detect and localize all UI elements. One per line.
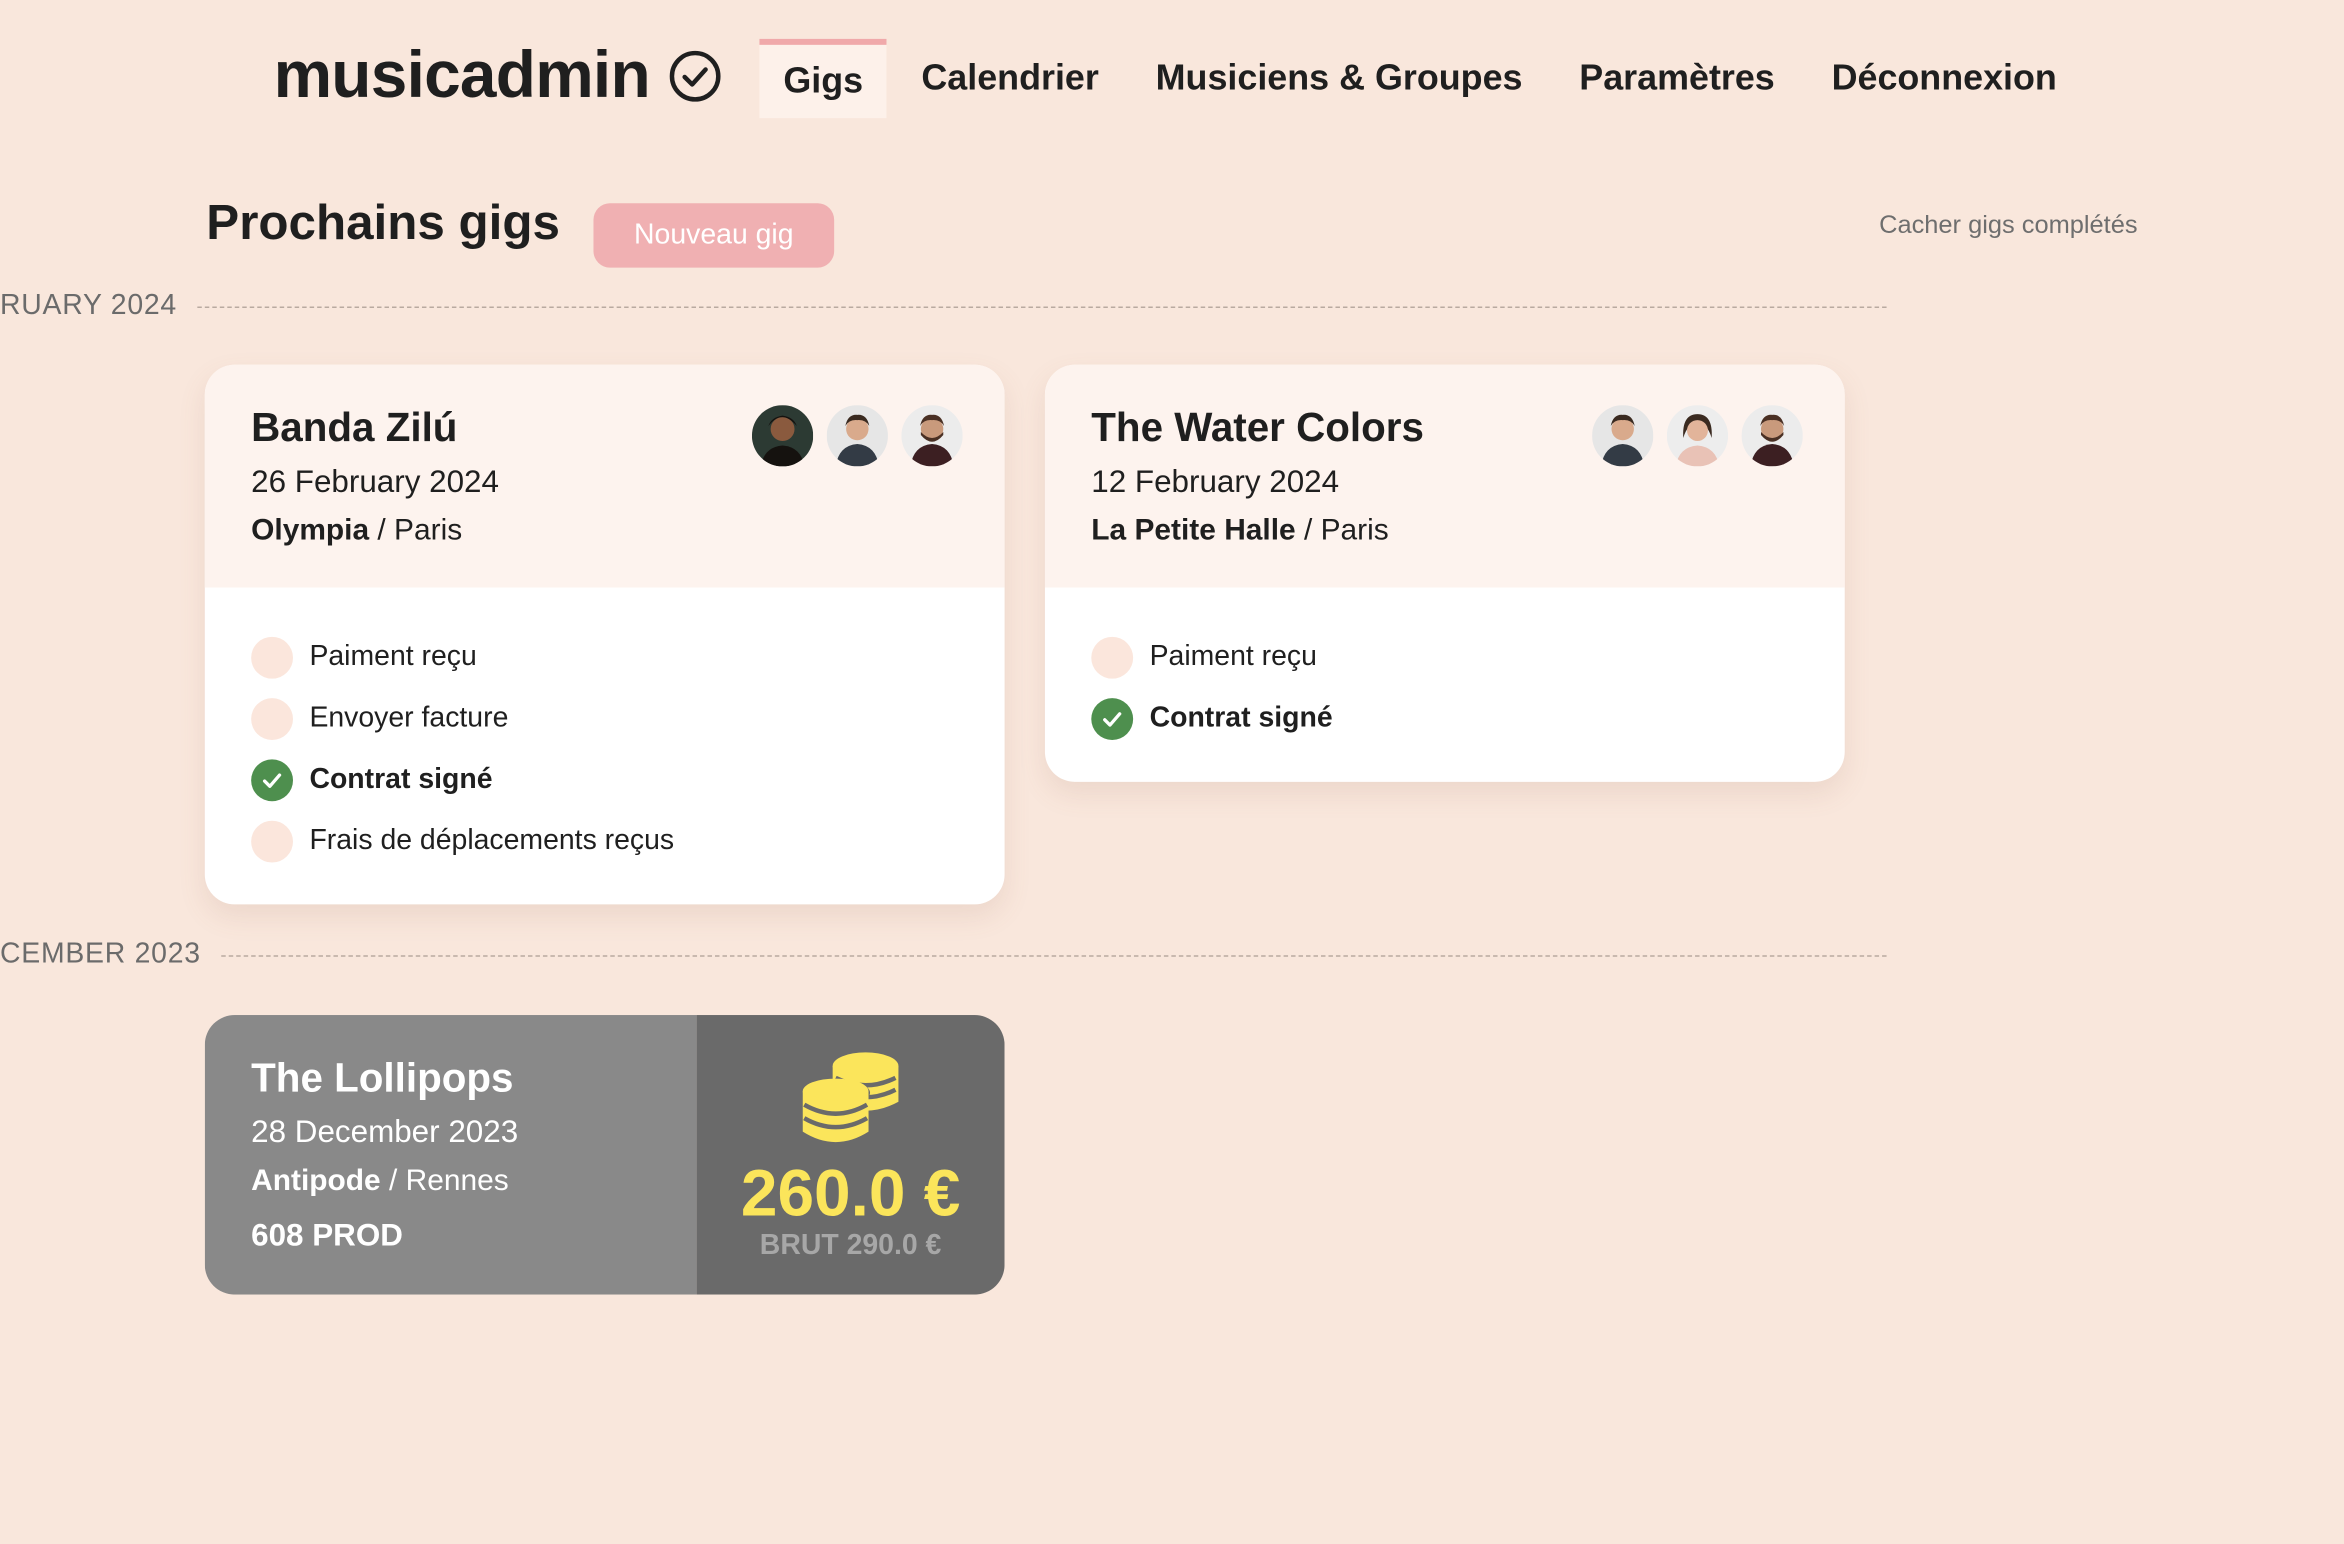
task-item[interactable]: Paiment reçu — [251, 626, 958, 687]
nav-calendrier[interactable]: Calendrier — [893, 39, 1127, 118]
musician-avatar[interactable] — [901, 405, 963, 467]
app-name: musicadmin — [273, 38, 651, 113]
gig-card[interactable]: Banda Zilú 26 February 2024 Olympia / Pa… — [204, 364, 1005, 905]
musician-avatar[interactable] — [1741, 405, 1803, 467]
checkmark-icon — [1103, 711, 1122, 726]
checkbox[interactable] — [1091, 697, 1134, 740]
paid-gig-amount: 260.0 € BRUT 290.0 € — [696, 1015, 1005, 1295]
task-label: Paiment reçu — [1149, 640, 1317, 672]
hide-completed-toggle[interactable]: Cacher gigs complétés — [1879, 211, 2138, 241]
gig-band-name: The Lollipops — [251, 1055, 514, 1101]
gig-organizer: 608 PROD — [251, 1218, 403, 1253]
gig-venue: Antipode / Rennes — [251, 1165, 509, 1199]
logo[interactable]: musicadmin — [274, 39, 722, 114]
month-label: RUARY 2024 — [0, 290, 177, 322]
page: musicadmin Gigs Calendrier Musiciens & G… — [0, 0, 2344, 1544]
task-label: Frais de déplacements reçus — [309, 824, 675, 856]
task-label: Contrat signé — [1149, 701, 1333, 734]
task-label: Envoyer facture — [309, 701, 509, 734]
musician-avatar[interactable] — [751, 405, 814, 467]
task-checklist: Paiment reçu Contrat signé — [1045, 587, 1845, 781]
month-separator: RUARY 2024 — [0, 290, 1887, 323]
musician-avatars — [1592, 405, 1803, 467]
gig-date: 26 February 2024 — [251, 464, 499, 500]
gig-band-name: The Water Colors — [1091, 405, 1424, 450]
musician-avatars — [751, 405, 963, 467]
gross-amount: BRUT 290.0 € — [759, 1230, 942, 1262]
task-label: Contrat signé — [309, 763, 493, 795]
check-circle-icon — [668, 49, 722, 103]
musician-avatar[interactable] — [1592, 405, 1654, 467]
musician-avatar[interactable] — [826, 405, 888, 467]
month-divider — [221, 954, 1887, 956]
venue-name: La Petite Halle — [1091, 514, 1296, 548]
venue-city: / Rennes — [380, 1164, 509, 1198]
checkbox[interactable] — [251, 697, 294, 740]
task-checklist: Paiment reçu Envoyer facture Contrat sig… — [205, 587, 1005, 904]
gig-card[interactable]: The Water Colors 12 February 2024 La Pet… — [1044, 364, 1845, 782]
gig-card-header: Banda Zilú 26 February 2024 Olympia / Pa… — [204, 364, 1005, 588]
gig-date: 12 February 2024 — [1091, 464, 1340, 500]
gig-venue: La Petite Halle / Paris — [1091, 514, 1388, 548]
checkbox[interactable] — [251, 819, 294, 862]
task-item[interactable]: Contrat signé — [251, 749, 958, 810]
task-label: Paiment reçu — [309, 640, 477, 672]
task-item[interactable]: Frais de déplacements reçus — [251, 810, 958, 871]
checkmark-icon — [262, 772, 282, 788]
paid-gig-info: The Lollipops 28 December 2023 Antipode … — [204, 1015, 697, 1295]
venue-name: Antipode — [251, 1164, 381, 1198]
month-divider — [197, 305, 1887, 308]
new-gig-button[interactable]: Nouveau gig — [593, 203, 835, 268]
task-item[interactable]: Envoyer facture — [251, 688, 958, 749]
checkbox[interactable] — [251, 758, 294, 801]
task-item[interactable]: Contrat signé — [1091, 688, 1798, 749]
gig-card-header: The Water Colors 12 February 2024 La Pet… — [1044, 364, 1845, 588]
venue-city: / Paris — [1295, 514, 1389, 548]
task-item[interactable]: Paiment reçu — [1091, 626, 1798, 687]
musician-avatar[interactable] — [1666, 405, 1729, 467]
nav-deconnexion[interactable]: Déconnexion — [1803, 39, 2085, 118]
gig-date: 28 December 2023 — [251, 1115, 519, 1150]
checkbox[interactable] — [1091, 636, 1134, 678]
venue-city: / Paris — [369, 514, 463, 548]
nav-parametres[interactable]: Paramètres — [1551, 39, 1803, 118]
page-title: Prochains gigs — [206, 194, 560, 250]
coins-icon — [797, 1045, 905, 1157]
paid-gig-card[interactable]: The Lollipops 28 December 2023 Antipode … — [204, 1015, 1005, 1295]
net-amount: 260.0 € — [740, 1157, 961, 1231]
main-nav: Gigs Calendrier Musiciens & Groupes Para… — [759, 38, 2085, 119]
gig-venue: Olympia / Paris — [251, 514, 462, 548]
gig-band-name: Banda Zilú — [251, 405, 458, 450]
venue-name: Olympia — [251, 514, 370, 548]
checkbox[interactable] — [251, 636, 294, 678]
nav-musiciens-groupes[interactable]: Musiciens & Groupes — [1127, 39, 1551, 118]
month-separator: CEMBER 2023 — [0, 939, 1887, 972]
month-label: CEMBER 2023 — [0, 938, 201, 971]
nav-gigs[interactable]: Gigs — [759, 38, 887, 119]
